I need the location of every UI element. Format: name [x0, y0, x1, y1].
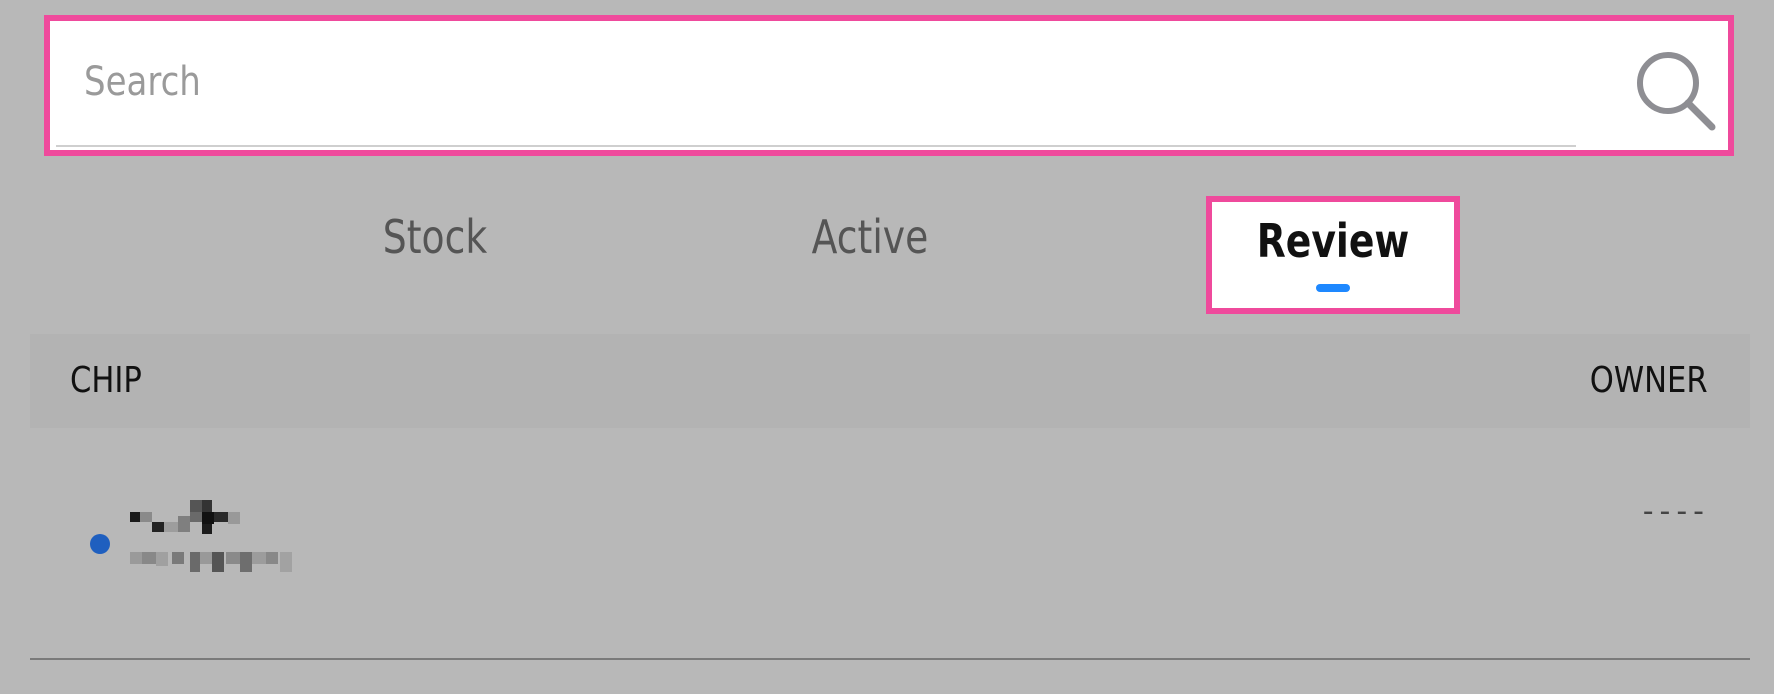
tab-review[interactable]: Review [1206, 196, 1460, 314]
search-underline [56, 145, 1576, 147]
table-header: CHIP OWNER [30, 334, 1750, 428]
owner-value: ---- [1642, 494, 1710, 529]
search-icon[interactable] [1630, 45, 1720, 135]
tab-active[interactable]: Active [788, 200, 952, 274]
column-header-chip: CHIP [70, 360, 142, 401]
tab-selected-indicator [1316, 284, 1350, 292]
table-row[interactable]: ---- [30, 428, 1750, 658]
row-divider [30, 658, 1750, 660]
tab-review-label: Review [1256, 214, 1410, 268]
search-input[interactable] [84, 39, 1257, 125]
tab-stock[interactable]: Stock [349, 200, 521, 274]
status-dot [90, 534, 110, 554]
search-box[interactable] [44, 15, 1734, 156]
column-header-owner: OWNER [1590, 360, 1708, 401]
